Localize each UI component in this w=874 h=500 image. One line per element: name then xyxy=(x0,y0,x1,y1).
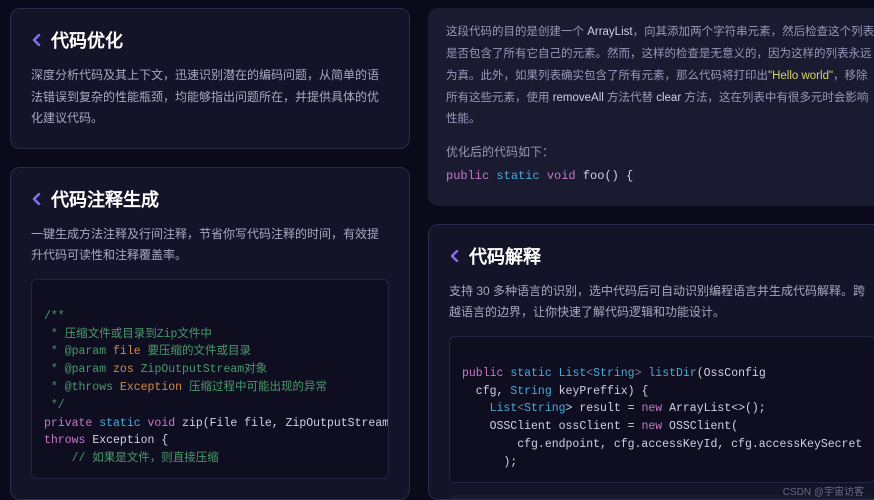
card-title: 代码解释 xyxy=(469,243,541,269)
card-desc: 支持 30 多种语言的识别，选中代码后可自动识别编程语言并生成代码解释。跨越语言… xyxy=(449,281,874,324)
card-desc: 一键生成方法注释及行间注释，节省你写代码注释的时间，有效提升代码可读性和注释覆盖… xyxy=(31,224,389,267)
chevron-icon xyxy=(449,250,461,262)
code-block: public static List<String> listDir(OssCo… xyxy=(449,336,874,483)
explanation-panel: 这段代码的目的是创建一个 ArrayList，向其添加两个字符串元素，然后检查这… xyxy=(428,8,874,206)
card-title: 代码注释生成 xyxy=(51,186,159,212)
card-code-comment: 代码注释生成 一键生成方法注释及行间注释，节省你写代码注释的时间，有效提升代码可… xyxy=(10,167,410,500)
card-header: 代码注释生成 xyxy=(31,186,389,212)
chevron-icon xyxy=(31,34,43,46)
card-title: 代码优化 xyxy=(51,27,123,53)
chevron-icon xyxy=(31,193,43,205)
watermark: CSDN @宇宙访客 xyxy=(783,483,864,498)
card-header: 代码解释 xyxy=(449,243,874,269)
card-header: 代码优化 xyxy=(31,27,389,53)
after-opt-label: 优化后的代码如下： xyxy=(446,145,554,159)
code-block: /** * 压缩文件或目录到Zip文件中 * @param file 要压缩的文… xyxy=(31,279,389,479)
card-desc: 深度分析代码及其上下文，迅速识别潜在的编码问题，从简单的语法错误到复杂的性能瓶颈… xyxy=(31,65,389,130)
card-code-optimize: 代码优化 深度分析代码及其上下文，迅速识别潜在的编码问题，从简单的语法错误到复杂… xyxy=(10,8,410,149)
card-code-explain: 代码解释 支持 30 多种语言的识别，选中代码后可自动识别编程语言并生成代码解释… xyxy=(428,224,874,500)
